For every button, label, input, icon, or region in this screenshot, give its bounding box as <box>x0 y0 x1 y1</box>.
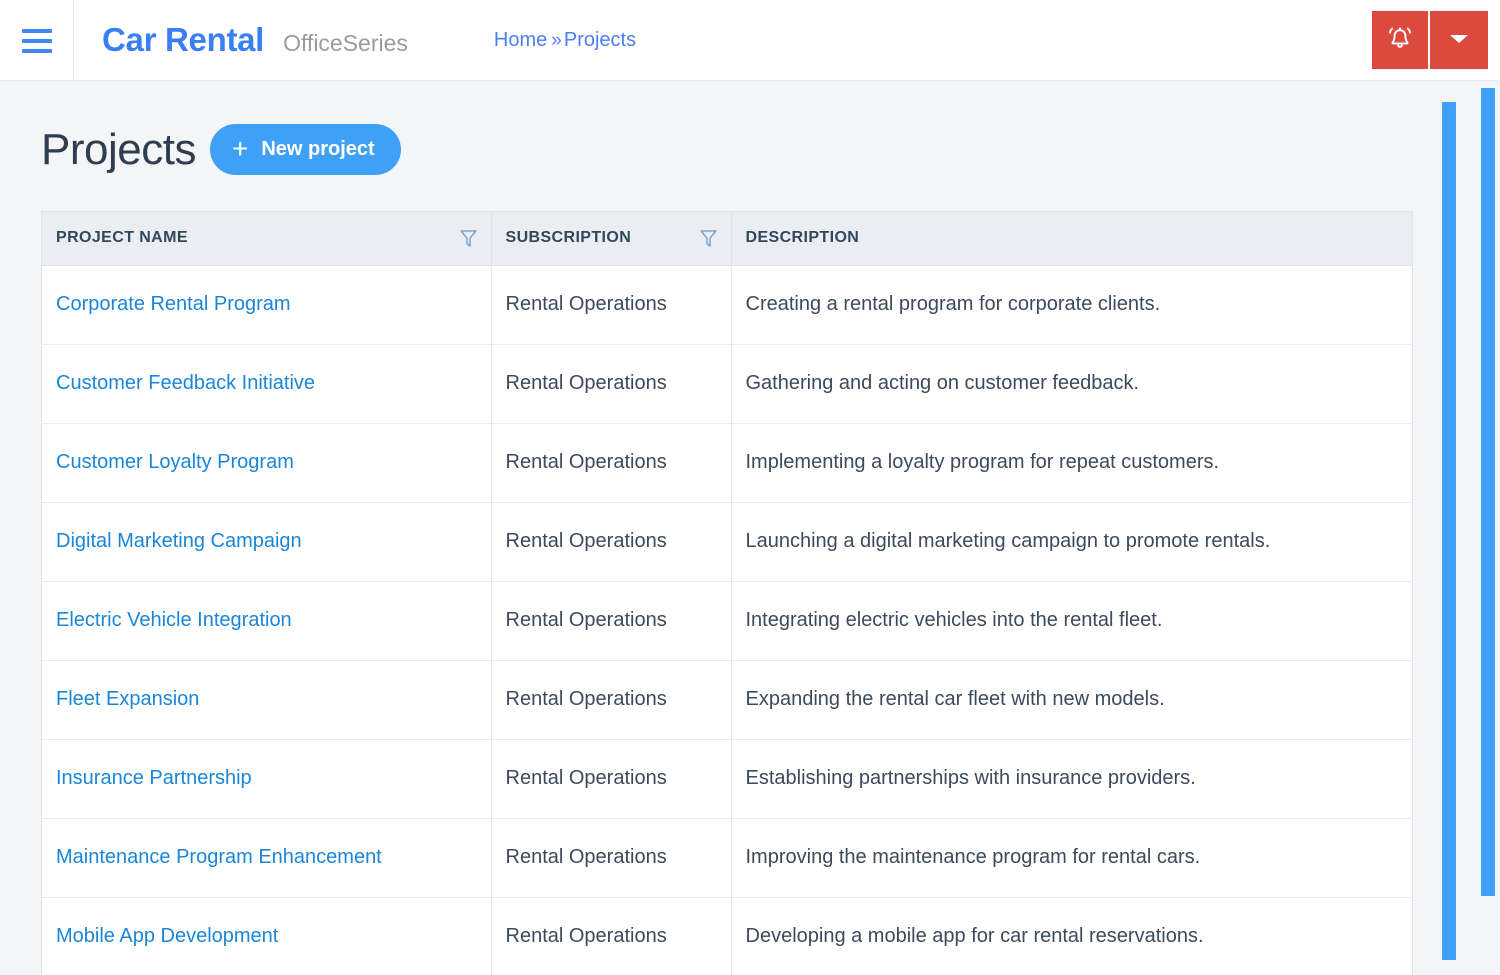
table-row: Insurance Partnership Rental Operations Es… <box>42 739 1412 819</box>
table-header: PROJECT NAME SUBSCRIPTION DESCRIPTION <box>42 212 1412 266</box>
hamburger-bar <box>21 39 52 43</box>
table-row: Digital Marketing Campaign Rental Operati… <box>42 502 1412 582</box>
cell-description: Creating a rental program for corporate … <box>731 265 1412 345</box>
project-name-link[interactable]: Electric Vehicle Integration <box>56 609 292 631</box>
cell-subscription: Rental Operations <box>491 739 732 819</box>
column-header-description: DESCRIPTION <box>731 212 1412 266</box>
table-row: Customer Feedback Initiative Rental Opera… <box>42 344 1412 424</box>
hamburger-menu-icon[interactable] <box>0 0 74 81</box>
cell-project-name: Customer Feedback Initiative <box>42 344 492 424</box>
cell-description: Improving the maintenance program for re… <box>731 818 1412 898</box>
outer-scrollbar-thumb[interactable] <box>1481 88 1495 896</box>
hamburger-bar <box>21 29 52 33</box>
table-row: Corporate Rental Program Rental Operation… <box>42 265 1412 345</box>
bell-ringing-icon <box>1387 25 1413 55</box>
cell-subscription: Rental Operations <box>491 897 732 975</box>
brand: Car Rental OfficeSeries <box>102 21 408 59</box>
new-project-button[interactable]: + New project <box>209 124 401 175</box>
cell-subscription: Rental Operations <box>491 344 732 424</box>
breadcrumb-separator: » <box>551 29 562 51</box>
cell-subscription: Rental Operations <box>491 502 732 582</box>
table-row: Fleet Expansion Rental Operations Expandin… <box>42 660 1412 740</box>
project-name-link[interactable]: Mobile App Development <box>56 925 278 947</box>
column-label: SUBSCRIPTION <box>505 229 632 247</box>
project-name-link[interactable]: Digital Marketing Campaign <box>56 530 302 552</box>
caret-down-icon <box>1448 32 1470 49</box>
plus-icon: + <box>231 132 249 164</box>
column-header-project-name: PROJECT NAME <box>42 212 492 266</box>
table-row: Maintenance Program Enhancement Rental Op… <box>42 818 1412 898</box>
filter-funnel-icon-subscription[interactable] <box>699 229 717 248</box>
project-name-link[interactable]: Customer Feedback Initiative <box>56 372 315 394</box>
column-label: PROJECT NAME <box>56 229 188 247</box>
table-header-row: PROJECT NAME SUBSCRIPTION DESCRIPTION <box>42 212 1412 266</box>
cell-project-name: Mobile App Development <box>42 897 492 975</box>
cell-description: Integrating electric vehicles into the r… <box>731 581 1412 661</box>
table-row: Electric Vehicle Integration Rental Opera… <box>42 581 1412 661</box>
table-row: Customer Loyalty Program Rental Operation… <box>42 423 1412 503</box>
account-dropdown-button[interactable] <box>1430 11 1488 69</box>
cell-description: Gathering and acting on customer feedbac… <box>731 344 1412 424</box>
project-name-link[interactable]: Customer Loyalty Program <box>56 451 294 473</box>
cell-description: Expanding the rental car fleet with new … <box>731 660 1412 740</box>
column-label: DESCRIPTION <box>745 229 860 247</box>
breadcrumb-home-link[interactable]: Home <box>494 29 547 52</box>
table-row: Mobile App Development Rental Operations D… <box>42 897 1412 975</box>
inner-scrollbar-thumb[interactable] <box>1442 102 1456 960</box>
table-body: Corporate Rental Program Rental Operation… <box>42 265 1412 975</box>
page-title: Projects <box>41 124 196 174</box>
header-actions <box>1372 11 1488 69</box>
breadcrumb: Home » Projects <box>494 29 636 52</box>
project-name-link[interactable]: Fleet Expansion <box>56 688 199 710</box>
column-header-subscription: SUBSCRIPTION <box>491 212 732 266</box>
project-name-link[interactable]: Corporate Rental Program <box>56 293 291 315</box>
cell-description: Implementing a loyalty program for repea… <box>731 423 1412 503</box>
top-header-bar: Car Rental OfficeSeries Home » Projects <box>0 0 1500 81</box>
cell-project-name: Customer Loyalty Program <box>42 423 492 503</box>
cell-subscription: Rental Operations <box>491 818 732 898</box>
cell-project-name: Electric Vehicle Integration <box>42 581 492 661</box>
cell-description: Establishing partnerships with insurance… <box>731 739 1412 819</box>
cell-subscription: Rental Operations <box>491 660 732 740</box>
cell-project-name: Digital Marketing Campaign <box>42 502 492 582</box>
project-name-link[interactable]: Insurance Partnership <box>56 767 252 789</box>
projects-table-container: PROJECT NAME SUBSCRIPTION DESCRIPTION Co… <box>41 211 1413 975</box>
projects-table: PROJECT NAME SUBSCRIPTION DESCRIPTION Co… <box>42 212 1412 975</box>
filter-funnel-icon-project-name[interactable] <box>459 229 477 248</box>
breadcrumb-current-link[interactable]: Projects <box>564 29 636 52</box>
project-name-link[interactable]: Maintenance Program Enhancement <box>56 846 382 868</box>
cell-project-name: Maintenance Program Enhancement <box>42 818 492 898</box>
hamburger-bar <box>21 49 52 53</box>
new-project-label: New project <box>261 138 375 160</box>
notifications-button[interactable] <box>1372 11 1430 69</box>
cell-description: Launching a digital marketing campaign t… <box>731 502 1412 582</box>
cell-project-name: Corporate Rental Program <box>42 265 492 345</box>
cell-subscription: Rental Operations <box>491 423 732 503</box>
cell-subscription: Rental Operations <box>491 265 732 345</box>
brand-suffix: OfficeSeries <box>283 30 408 56</box>
cell-project-name: Fleet Expansion <box>42 660 492 740</box>
page-content: Projects + New project PROJECT NAME SUBS… <box>0 81 1434 975</box>
brand-title[interactable]: Car Rental <box>102 21 264 59</box>
page-header: Projects + New project <box>0 81 1434 175</box>
cell-project-name: Insurance Partnership <box>42 739 492 819</box>
cell-description: Developing a mobile app for car rental r… <box>731 897 1412 975</box>
cell-subscription: Rental Operations <box>491 581 732 661</box>
